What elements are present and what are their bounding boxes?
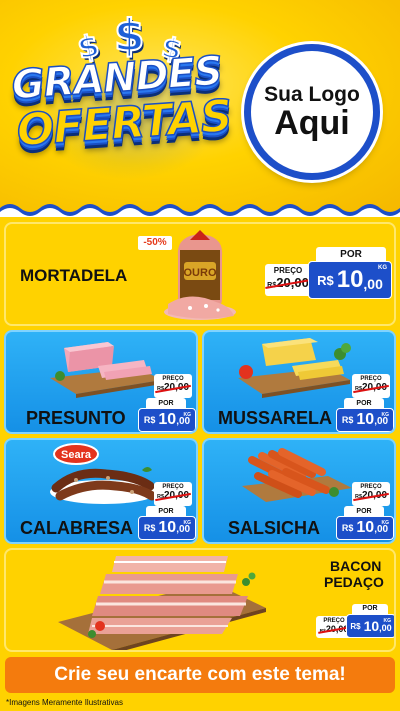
cta-banner[interactable]: Crie seu encarte com este tema! (5, 657, 395, 693)
salsicha-image (242, 448, 352, 502)
old-price-value: R$20,00 (354, 382, 388, 393)
product-card-calabresa[interactable]: Seara CALABRESA PREÇO R$20,00 POR R$ 10,0… (4, 438, 198, 544)
old-price-tag: PREÇO R$20,00 (352, 374, 390, 398)
old-price-tag: PREÇO R$20,00 (154, 482, 192, 506)
product-name-line1: BACON (330, 558, 382, 574)
bacon-image (58, 556, 266, 650)
old-price-value: R$20,00 (156, 382, 190, 393)
mussarela-image (238, 338, 351, 398)
price-box: R$ 10,00 KG (346, 614, 394, 638)
product-name: MORTADELA (20, 266, 128, 285)
new-price-tag: POR R$ 10,00 KG (138, 398, 196, 432)
wave-divider (0, 204, 400, 224)
old-price-label: PREÇO (273, 266, 303, 275)
logo-text-line1: Sua Logo (264, 82, 360, 106)
price-box: R$ 10,00 KG (138, 516, 196, 540)
header-banner: $ $ $ GRANDES OFERTAS Sua Logo Aqui (0, 0, 400, 212)
discount-badge: -50% (138, 236, 172, 250)
price-box: R$ 10,00 KG (308, 261, 392, 299)
new-price-tag: POR R$ 10,00 KG (336, 398, 394, 432)
old-price-tag: PREÇO R$20,00 (265, 264, 311, 296)
brand-label: Seara (61, 449, 92, 461)
product-card-salsicha[interactable]: SALSICHA PREÇO R$20,00 POR R$ 10,00 KG (202, 438, 396, 544)
old-price-value: R$20,00 (156, 490, 190, 501)
new-price-tag: POR R$ 10,00 KG (346, 604, 394, 638)
logo-text-line2: Aqui (274, 103, 350, 142)
store-logo-placeholder[interactable]: Sua Logo Aqui (244, 44, 380, 180)
price-box: R$ 10,00 KG (336, 516, 394, 540)
product-card-presunto[interactable]: PRESUNTO PREÇO R$20,00 POR R$ 10,00 KG (4, 330, 198, 434)
presunto-image (50, 342, 162, 398)
promo-title: GRANDES OFERTAS (9, 47, 237, 175)
new-price-tag: POR R$ 10,00 KG (308, 247, 392, 301)
old-price-tag: PREÇO R$20,00 (352, 482, 390, 506)
price-box: R$ 10,00 KG (138, 408, 196, 432)
old-price-tag: PREÇO R$20,00 (154, 374, 192, 398)
product-name: SALSICHA (228, 518, 321, 538)
product-card-bacon[interactable]: BACON PEDAÇO PREÇO R$20,00 POR R$ 10,00 K… (4, 548, 396, 652)
price-box: R$ 10,00 KG (336, 408, 394, 432)
new-price-label: POR (352, 604, 388, 614)
disclaimer-text: *Imagens Meramente Ilustrativas (6, 698, 123, 707)
mortadela-image: OURO (164, 230, 236, 320)
calabresa-image: Seara (50, 443, 158, 504)
old-price-value: R$20,00 (354, 490, 388, 501)
product-card-mussarela[interactable]: MUSSARELA PREÇO R$20,00 POR R$ 10,00 KG (202, 330, 396, 434)
brand-label: OURO (184, 267, 217, 279)
product-name-line2: PEDAÇO (324, 574, 384, 590)
promo-title-line2: OFERTAS (14, 90, 234, 157)
old-price-value: R$20,00 (267, 275, 309, 290)
new-price-tag: POR R$ 10,00 KG (336, 506, 394, 540)
product-name: MUSSARELA (218, 408, 333, 428)
product-name: PRESUNTO (26, 408, 126, 428)
product-name: CALABRESA (20, 518, 134, 538)
new-price-tag: POR R$ 10,00 KG (138, 506, 196, 540)
